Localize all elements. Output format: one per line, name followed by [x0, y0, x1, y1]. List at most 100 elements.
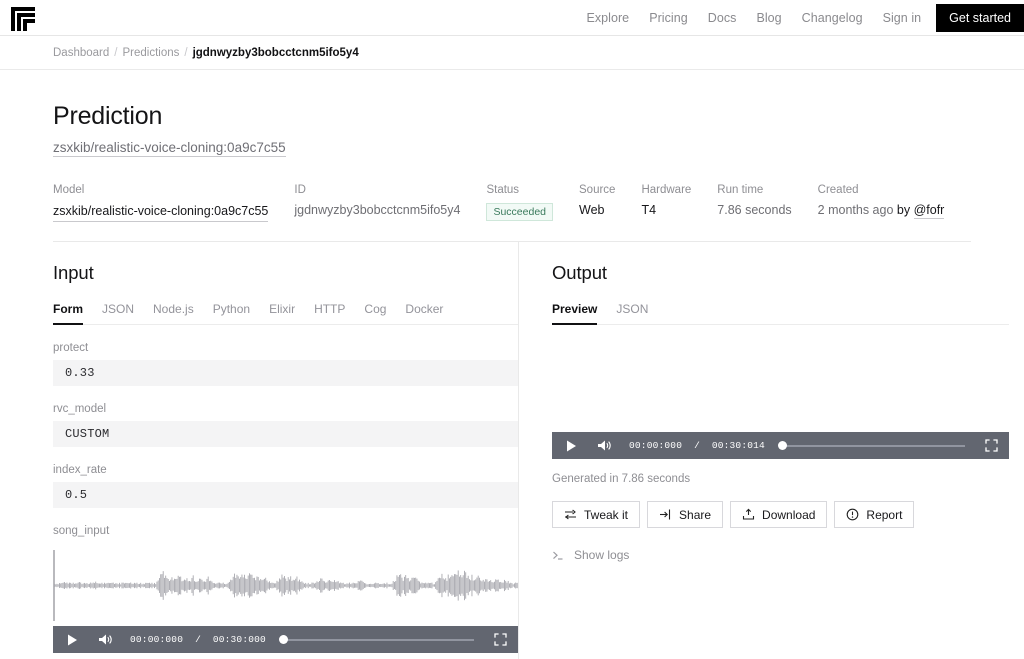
report-button[interactable]: Report [834, 501, 915, 528]
share-label: Share [679, 507, 712, 522]
field-label: index_rate [53, 464, 107, 476]
meta-source: Source Web [579, 184, 615, 219]
audio-time-separator: / [694, 440, 700, 451]
meta-source-value: Web [579, 203, 605, 217]
meta-created-value: 2 months ago by @fofr [818, 202, 945, 219]
get-started-button[interactable]: Get started [936, 3, 1024, 32]
meta-hardware: Hardware T4 [641, 184, 691, 219]
audio-current-time: 00:00:000 [130, 634, 184, 645]
page-title: Prediction [53, 102, 163, 130]
play-icon[interactable] [64, 631, 81, 648]
audio-seek-slider[interactable] [777, 440, 974, 451]
nav-link-sign-in[interactable]: Sign in [873, 0, 932, 36]
show-logs-label: Show logs [574, 548, 630, 562]
breadcrumb-current: jgdnwyzby3bobcctcnm5ifo5y4 [192, 46, 359, 59]
nav-links: Explore Pricing Docs Blog Changelog Sign… [576, 0, 1024, 36]
replicate-logo[interactable] [9, 5, 39, 31]
input-heading: Input [53, 262, 94, 283]
tab-elixir[interactable]: Elixir [269, 302, 295, 324]
tab-preview[interactable]: Preview [552, 302, 598, 325]
meta-model-value[interactable]: zsxkib/realistic-voice-cloning:0a9c7c55 [53, 203, 269, 222]
field-label: protect [53, 342, 89, 354]
share-icon [659, 508, 672, 521]
meta-status: Status Succeeded [486, 184, 553, 221]
sliders-icon [564, 508, 577, 521]
output-audio-player[interactable]: 00:00:000 / 00:30:014 [552, 347, 1009, 459]
download-button[interactable]: Download [730, 501, 828, 528]
meta-runtime: Run time 7.86 seconds [717, 184, 791, 219]
meta-status-label: Status [486, 184, 520, 196]
input-field-song-input: song_input 00:00:000 / 00:30:000 [53, 525, 518, 653]
input-audio-player[interactable]: 00:00:000 / 00:30:000 [53, 545, 518, 653]
tab-nodejs[interactable]: Node.js [153, 302, 194, 324]
audio-duration: 00:30:000 [212, 634, 266, 645]
tab-http[interactable]: HTTP [314, 302, 345, 324]
input-field-index-rate: index_rate 0.5 [53, 464, 518, 508]
meta-created: Created 2 months ago by @fofr [818, 184, 945, 219]
volume-icon[interactable] [97, 631, 114, 648]
seek-knob[interactable] [777, 441, 787, 450]
breadcrumb-predictions[interactable]: Predictions [122, 47, 179, 59]
audio-current-time: 00:00:000 [629, 440, 683, 451]
nav-link-explore[interactable]: Explore [576, 0, 639, 36]
nav-link-docs[interactable]: Docs [698, 0, 747, 36]
meta-id-value: jgdnwyzby3bobcctcnm5ifo5y4 [294, 203, 461, 217]
tab-cog[interactable]: Cog [364, 302, 386, 324]
output-tabs: Preview JSON [552, 302, 1009, 325]
audio-time-separator: / [195, 634, 201, 645]
input-panel: Input Form JSON Node.js Python Elixir HT… [53, 242, 519, 659]
meta-model-label: Model [53, 184, 85, 196]
output-actions: Tweak it Share Download Report [552, 501, 1009, 528]
download-label: Download [762, 507, 816, 522]
model-link[interactable]: zsxkib/realistic-voice-cloning:0a9c7c55 [53, 140, 286, 157]
meta-runtime-label: Run time [717, 184, 764, 196]
prediction-metadata: Model zsxkib/realistic-voice-cloning:0a9… [53, 184, 971, 242]
tab-docker[interactable]: Docker [405, 302, 443, 324]
fullscreen-icon[interactable] [983, 437, 1000, 454]
meta-hardware-value: T4 [641, 203, 657, 217]
field-value[interactable]: CUSTOM [53, 421, 518, 447]
tab-json[interactable]: JSON [102, 302, 134, 324]
input-tabs: Form JSON Node.js Python Elixir HTTP Cog… [53, 302, 518, 325]
output-preview-area [552, 347, 1009, 432]
status-badge: Succeeded [486, 203, 553, 221]
input-field-rvc-model: rvc_model CUSTOM [53, 403, 518, 447]
meta-created-author[interactable]: @fofr [913, 203, 945, 219]
generated-time-text: Generated in 7.86 seconds [552, 473, 691, 485]
breadcrumb-dashboard[interactable]: Dashboard [53, 47, 109, 59]
field-value[interactable]: 0.5 [53, 482, 518, 508]
field-label: song_input [53, 525, 110, 537]
meta-hardware-label: Hardware [641, 184, 692, 196]
tweak-it-button[interactable]: Tweak it [552, 501, 641, 528]
nav-link-pricing[interactable]: Pricing [639, 0, 698, 36]
volume-icon[interactable] [596, 437, 613, 454]
download-icon [742, 508, 755, 521]
meta-id: ID jgdnwyzby3bobcctcnm5ifo5y4 [294, 184, 460, 219]
nav-link-changelog[interactable]: Changelog [792, 0, 873, 36]
nav-link-blog[interactable]: Blog [746, 0, 791, 36]
field-value[interactable]: 0.33 [53, 360, 518, 386]
seek-knob[interactable] [278, 635, 288, 644]
top-navigation-bar: Explore Pricing Docs Blog Changelog Sign… [0, 0, 1024, 36]
show-logs-toggle[interactable]: Show logs [552, 548, 1009, 562]
play-icon[interactable] [563, 437, 580, 454]
audio-seek-slider[interactable] [278, 634, 483, 645]
breadcrumb: Dashboard / Predictions / jgdnwyzby3bobc… [0, 36, 1024, 70]
meta-source-label: Source [579, 184, 616, 196]
waveform-display[interactable] [53, 545, 518, 626]
tab-form[interactable]: Form [53, 302, 83, 325]
breadcrumb-separator: / [184, 46, 188, 59]
tab-python[interactable]: Python [213, 302, 250, 324]
warning-circle-icon [846, 508, 859, 521]
page-content: Prediction zsxkib/realistic-voice-clonin… [0, 102, 1024, 659]
fullscreen-icon[interactable] [492, 631, 509, 648]
field-label: rvc_model [53, 403, 107, 415]
tab-output-json[interactable]: JSON [616, 302, 648, 324]
input-output-columns: Input Form JSON Node.js Python Elixir HT… [53, 242, 1009, 659]
meta-created-label: Created [817, 184, 859, 196]
audio-duration: 00:30:014 [711, 440, 765, 451]
share-button[interactable]: Share [647, 501, 724, 528]
report-label: Report [866, 507, 903, 522]
terminal-icon [552, 549, 565, 562]
meta-created-by: by [896, 203, 911, 217]
